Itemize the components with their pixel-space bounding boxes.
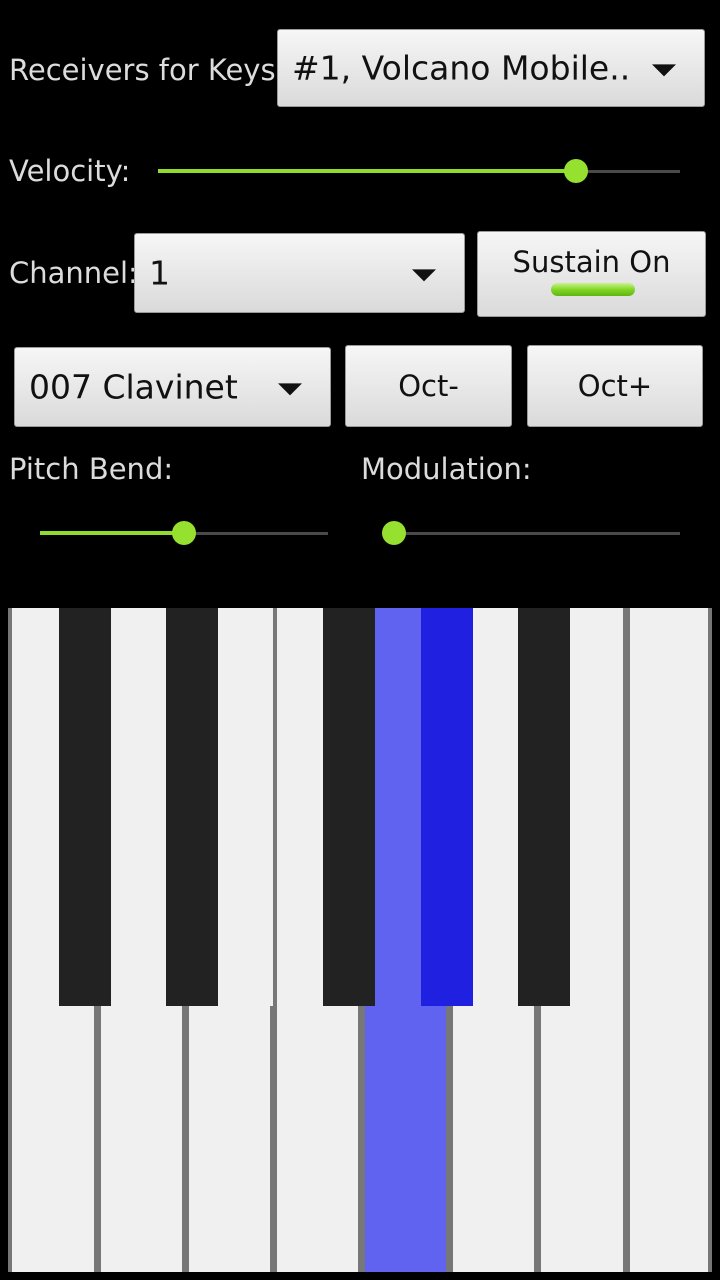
slider-thumb[interactable] (382, 521, 406, 545)
octave-up-button[interactable]: Oct+ (527, 345, 703, 427)
white-key-upper[interactable] (218, 608, 273, 1006)
slider-thumb[interactable] (563, 159, 588, 183)
white-key-upper[interactable] (111, 608, 166, 1006)
piano-keyboard[interactable] (8, 608, 712, 1272)
chevron-down-icon (278, 383, 302, 396)
octave-down-label: Oct- (398, 369, 459, 403)
channel-label: Channel: (9, 256, 138, 290)
slider-thumb[interactable] (172, 521, 196, 545)
channel-selected: 1 (149, 253, 170, 293)
octave-up-label: Oct+ (577, 369, 653, 403)
chevron-down-icon (652, 64, 676, 77)
black-key-d-sharp[interactable] (166, 608, 218, 1006)
black-key-g-sharp[interactable] (375, 608, 473, 1006)
velocity-slider[interactable] (158, 151, 680, 191)
octave-down-button[interactable]: Oct- (345, 345, 512, 427)
sustain-label: Sustain On (512, 245, 671, 279)
modulation-label: Modulation: (361, 452, 532, 486)
instrument-selected: 007 Clavinet (29, 367, 238, 407)
receivers-dropdown[interactable]: #1, Volcano Mobile.. (277, 29, 705, 107)
black-key-a-sharp[interactable] (518, 608, 570, 1006)
black-key-f-sharp[interactable] (323, 608, 375, 1006)
instrument-dropdown[interactable]: 007 Clavinet (14, 347, 331, 427)
pressed-white-key-upper (375, 608, 421, 1006)
modulation-slider[interactable] (382, 513, 680, 553)
velocity-label: Velocity: (9, 154, 131, 188)
slider-fill (158, 169, 576, 173)
pitch-bend-label: Pitch Bend: (9, 452, 174, 486)
slider-track (394, 532, 680, 535)
white-key-upper[interactable] (473, 608, 518, 1006)
white-key-upper[interactable] (12, 608, 59, 1006)
slider-fill (40, 531, 184, 535)
sustain-indicator (551, 283, 635, 296)
receivers-selected: #1, Volcano Mobile.. (292, 48, 631, 88)
white-key-upper[interactable] (277, 608, 323, 1006)
pitch-bend-slider[interactable] (40, 513, 328, 553)
channel-dropdown[interactable]: 1 (134, 233, 465, 313)
sustain-toggle-button[interactable]: Sustain On (477, 231, 706, 317)
chevron-down-icon (412, 269, 436, 282)
pressed-black-key (421, 608, 473, 1006)
white-key-upper[interactable] (630, 608, 708, 1006)
white-key-upper[interactable] (570, 608, 619, 1006)
black-key-c-sharp[interactable] (59, 608, 111, 1006)
receivers-label: Receivers for Keys: (9, 53, 286, 87)
